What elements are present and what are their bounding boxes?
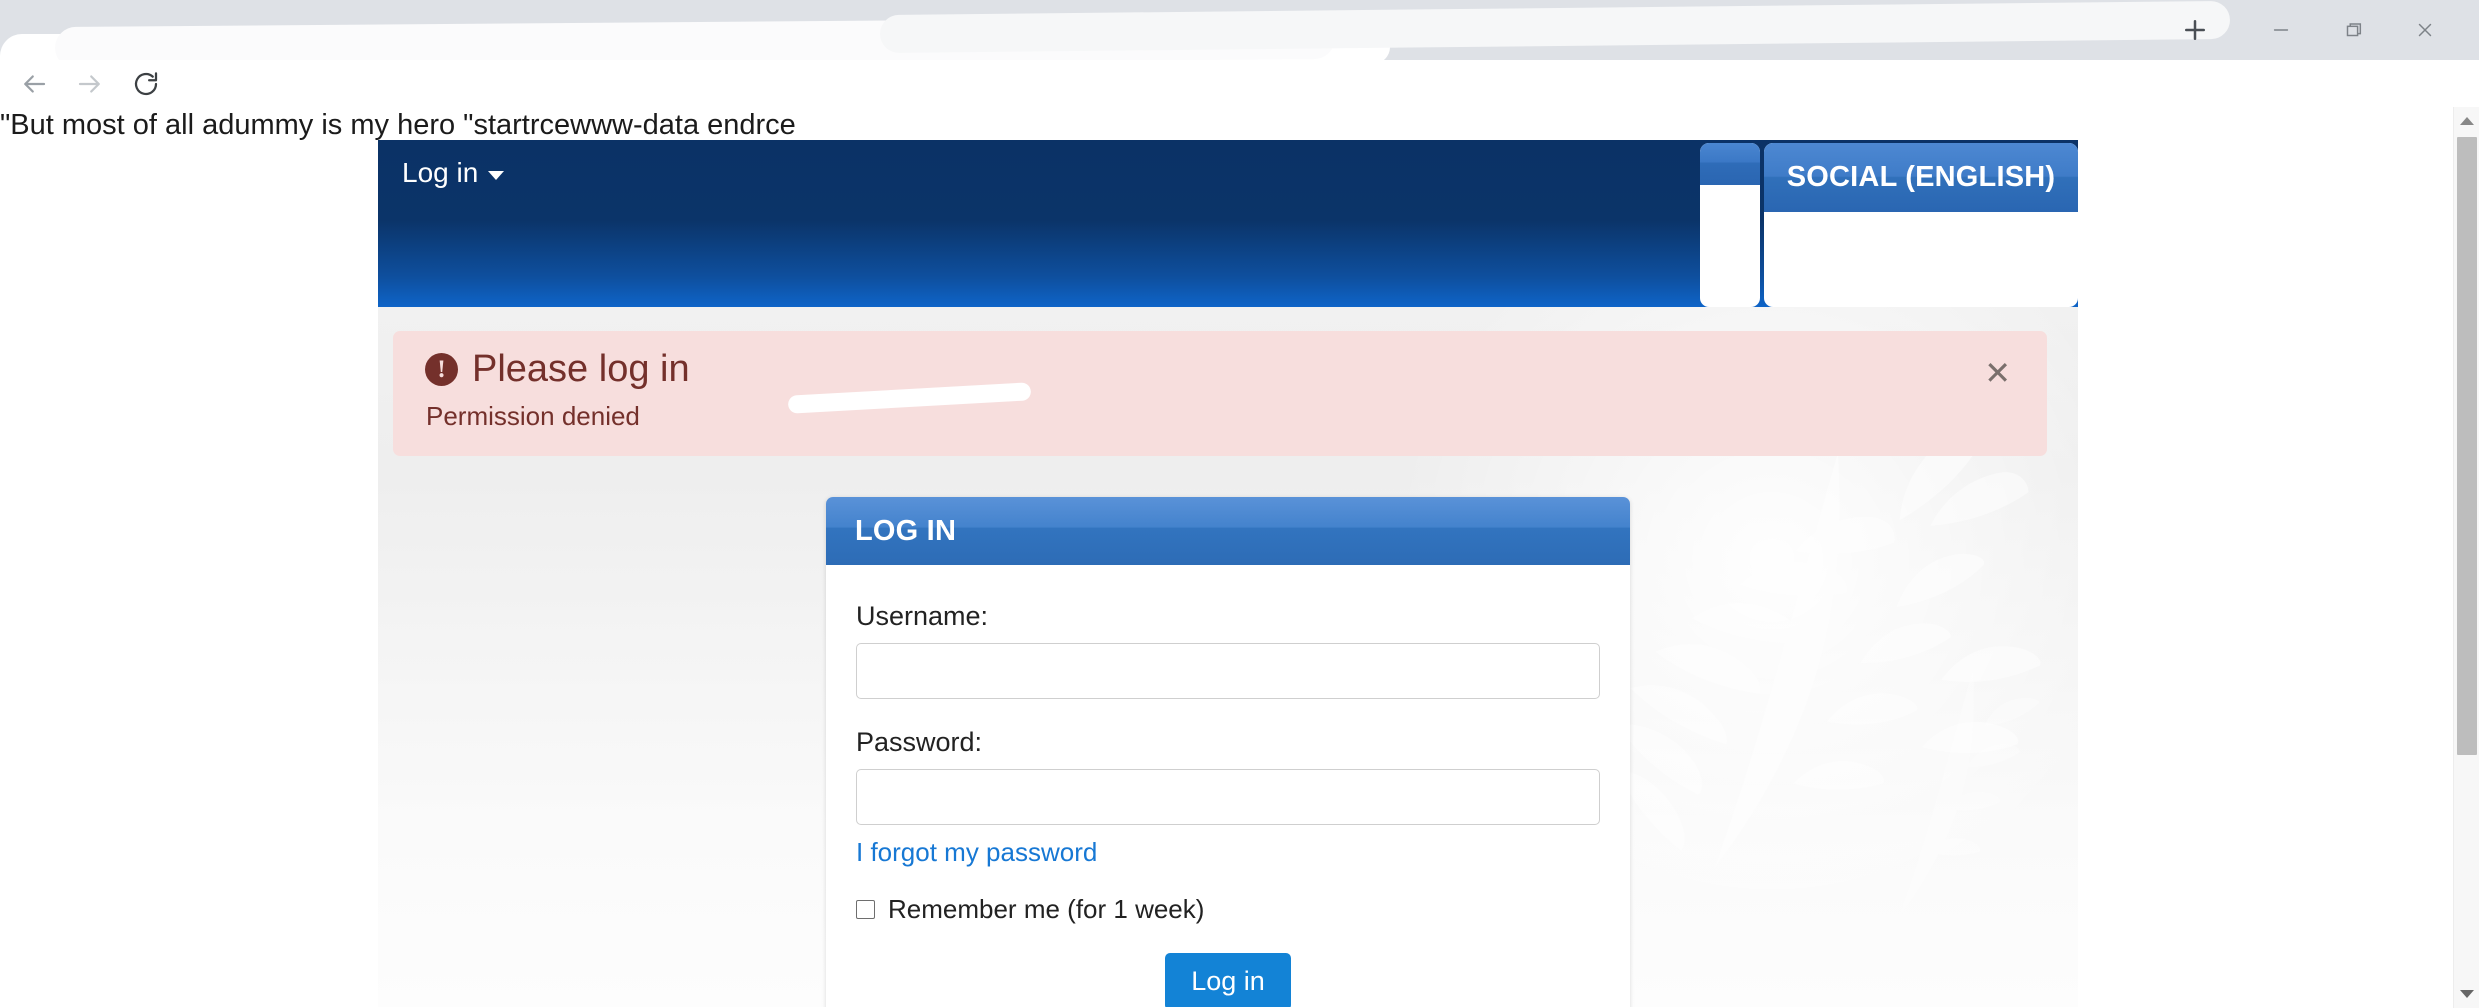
fern-watermark-icon [1616,433,2041,868]
page-scrollbar[interactable] [2453,107,2479,1008]
scrollbar-down-arrow[interactable] [2454,982,2479,1006]
login-card: LOG IN Username: Password: I forgot my p… [826,497,1630,1007]
login-card-header: LOG IN [826,497,1630,565]
scrollbar-up-arrow[interactable] [2454,109,2479,133]
back-button[interactable] [18,68,50,100]
forgot-password-link[interactable]: I forgot my password [856,837,1097,868]
remember-me-label: Remember me (for 1 week) [888,894,1205,924]
submit-row: Log in [856,953,1600,1007]
remember-me-row[interactable]: Remember me (for 1 week) [856,894,1600,925]
exclamation-circle-icon: ! [425,353,458,386]
browser-chrome: G \u5B57 12 [0,0,2479,171]
window-restore-button[interactable] [2317,0,2389,60]
nav-login-label: Log in [402,157,479,188]
reload-button[interactable] [130,68,162,100]
remember-me-checkbox[interactable] [856,900,875,919]
header-panel-social-title: SOCIAL (ENGLISH) [1786,161,2056,193]
fern-watermark-icon [1900,670,2040,915]
window-minimize-button[interactable] [2245,0,2317,60]
scrollbar-thumb[interactable] [2457,137,2477,755]
password-label: Password: [856,727,983,757]
alert-message: Permission denied [426,401,640,431]
site-header: Log in SOCIAL (ENGLISH) [378,140,2078,307]
alert-banner: ! Please log in Permission denied ✕ [393,331,2047,456]
username-input[interactable] [856,643,1600,699]
page-viewport: "But most of all adummy is my hero "star… [0,107,2479,1008]
browser-tabstrip[interactable] [0,0,2479,98]
alert-redaction-stroke [787,382,1032,414]
header-panel-social-bar: SOCIAL (ENGLISH) [1764,143,2078,212]
alert-title: Please log in [472,348,690,390]
alert-close-button[interactable]: ✕ [1976,353,2019,393]
username-label: Username: [856,601,989,631]
tab-redaction-overlay [879,0,2231,54]
window-close-button[interactable] [2389,0,2461,60]
header-panel-social[interactable]: SOCIAL (ENGLISH) [1764,143,2078,307]
password-input[interactable] [856,769,1600,825]
alert-title-row: ! Please log in [425,348,690,391]
login-card-body: Username: Password: I forgot my password… [826,565,1630,1007]
new-tab-button[interactable] [2165,0,2225,60]
header-panel-narrow[interactable] [1700,143,1760,307]
page-content: ! Please log in Permission denied ✕ LOG … [378,307,2078,1007]
chevron-down-icon [488,170,505,180]
browser-toolbar: G \u5B57 12 [0,60,2479,171]
login-submit-button[interactable]: Log in [1165,953,1291,1007]
page-container: Log in SOCIAL (ENGLISH) ! Please log in … [378,140,2078,1007]
page-top-note: "But most of all adummy is my hero "star… [0,109,796,141]
nav-login-dropdown[interactable]: Log in [396,153,510,193]
login-card-title: LOG IN [855,514,957,547]
header-panel-narrow-bar [1700,143,1760,185]
forward-button[interactable] [74,68,106,100]
